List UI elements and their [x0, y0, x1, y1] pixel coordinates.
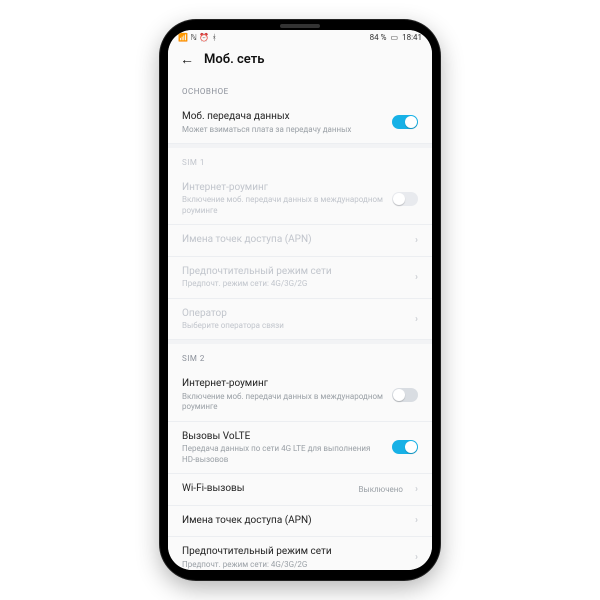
sim1-mode-sub: Предпочт. режим сети: 4G/3G/2G — [182, 279, 403, 289]
status-bar: 📶 ℕ ⏰ ᚼ 84 % ▭ 18:41 — [168, 30, 432, 44]
section-sim1: SIM 1 — [168, 148, 432, 173]
sim2-mode-sub: Предпочт. режим сети: 4G/3G/2G — [182, 560, 403, 570]
row-sim2-apn[interactable]: Имена точек доступа (APN) › — [168, 506, 432, 538]
sim2-wifi-value: Выключено — [359, 485, 403, 494]
sim2-roaming-sub: Включение моб. передачи данных в междуна… — [182, 392, 384, 413]
sim1-roaming-toggle[interactable] — [392, 192, 418, 206]
sim1-operator-sub: Выберите оператора связи — [182, 321, 403, 331]
row-sim2-mode[interactable]: Предпочтительный режим сети Предпочт. ре… — [168, 537, 432, 570]
sim2-roaming-label: Интернет-роуминг — [182, 377, 384, 391]
row-sim2-roaming[interactable]: Интернет-роуминг Включение моб. передачи… — [168, 369, 432, 421]
sim1-roaming-sub: Включение моб. передачи данных в междуна… — [182, 195, 384, 216]
section-sim2: SIM 2 — [168, 344, 432, 369]
sim2-wifi-label: Wi-Fi-вызовы — [182, 482, 351, 496]
mobile-data-sub: Может взиматься плата за передачу данных — [182, 125, 384, 135]
sim1-apn-label: Имена точек доступа (APN) — [182, 233, 403, 247]
mobile-data-label: Моб. передача данных — [182, 110, 384, 124]
row-sim2-wifi-calls[interactable]: Wi-Fi-вызовы Выключено › — [168, 474, 432, 506]
clock: 18:41 — [402, 33, 422, 42]
chevron-right-icon: › — [415, 235, 418, 246]
section-main: ОСНОВНОЕ — [168, 77, 432, 102]
row-mobile-data[interactable]: Моб. передача данных Может взиматься пла… — [168, 102, 432, 144]
chevron-right-icon: › — [415, 272, 418, 283]
sim1-mode-label: Предпочтительный режим сети — [182, 265, 403, 279]
page-title: Моб. сеть — [204, 52, 264, 67]
alarm-icon: ⏰ — [199, 33, 209, 42]
signal-icon: 📶 — [178, 33, 188, 42]
chevron-right-icon: › — [415, 552, 418, 563]
phone-frame: 📶 ℕ ⏰ ᚼ 84 % ▭ 18:41 ← Моб. сеть ОСНОВНО… — [160, 20, 440, 580]
battery-icon: ▭ — [391, 33, 399, 42]
nfc-icon: ℕ — [190, 33, 197, 42]
mobile-data-toggle[interactable] — [392, 115, 418, 129]
row-sim1-mode[interactable]: Предпочтительный режим сети Предпочт. ре… — [168, 257, 432, 299]
chevron-right-icon: › — [415, 484, 418, 495]
screen: 📶 ℕ ⏰ ᚼ 84 % ▭ 18:41 ← Моб. сеть ОСНОВНО… — [168, 30, 432, 570]
battery-percent: 84 % — [370, 33, 387, 42]
chevron-right-icon: › — [415, 314, 418, 325]
header-bar: ← Моб. сеть — [168, 44, 432, 77]
bluetooth-icon: ᚼ — [212, 33, 217, 42]
sim2-volte-label: Вызовы VoLTE — [182, 430, 384, 444]
sim1-roaming-label: Интернет-роуминг — [182, 181, 384, 195]
sim2-volte-toggle[interactable] — [392, 440, 418, 454]
sim1-operator-label: Оператор — [182, 307, 403, 321]
row-sim1-apn[interactable]: Имена точек доступа (APN) › — [168, 225, 432, 257]
phone-speaker — [280, 24, 320, 28]
back-button[interactable]: ← — [180, 53, 194, 67]
chevron-right-icon: › — [415, 515, 418, 526]
sim2-apn-label: Имена точек доступа (APN) — [182, 514, 403, 528]
row-sim1-operator[interactable]: Оператор Выберите оператора связи › — [168, 299, 432, 341]
row-sim2-volte[interactable]: Вызовы VoLTE Передача данных по сети 4G … — [168, 422, 432, 474]
sim2-roaming-toggle[interactable] — [392, 388, 418, 402]
row-sim1-roaming[interactable]: Интернет-роуминг Включение моб. передачи… — [168, 173, 432, 225]
sim2-mode-label: Предпочтительный режим сети — [182, 545, 403, 559]
sim2-volte-sub: Передача данных по сети 4G LTE для выпол… — [182, 444, 384, 465]
settings-list[interactable]: ОСНОВНОЕ Моб. передача данных Может взим… — [168, 77, 432, 570]
